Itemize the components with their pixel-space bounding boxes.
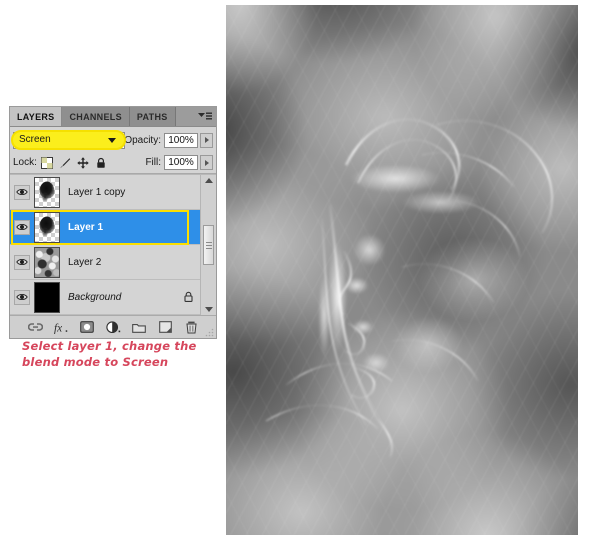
table-row-selected[interactable]: Layer 1 xyxy=(10,210,216,245)
layer-thumbnail[interactable] xyxy=(34,281,60,313)
opacity-group: Opacity: 100% xyxy=(124,132,213,148)
tab-channels-label: CHANNELS xyxy=(69,111,122,122)
lock-position-move-icon[interactable] xyxy=(77,156,89,169)
table-row[interactable]: Layer 1 copy xyxy=(10,175,216,210)
layer-visibility-toggle[interactable] xyxy=(12,215,32,239)
tab-channels[interactable]: CHANNELS xyxy=(62,107,130,126)
layer-name: Layer 2 xyxy=(68,256,102,268)
layer-thumbnail[interactable] xyxy=(34,176,60,208)
tab-layers[interactable]: LAYERS xyxy=(10,107,63,126)
lock-transparency-icon[interactable] xyxy=(40,156,53,169)
layer-style-fx-icon[interactable]: fx xyxy=(54,320,69,335)
layer-visibility-toggle[interactable] xyxy=(12,285,32,309)
panel-tab-strip: LAYERS CHANNELS PATHS xyxy=(10,107,216,127)
link-layers-icon[interactable] xyxy=(27,320,43,335)
instruction-caption: Select layer 1, change the blend mode to… xyxy=(22,338,222,370)
layer-visibility-toggle[interactable] xyxy=(12,250,32,274)
new-adjustment-layer-icon[interactable] xyxy=(105,320,121,335)
scroll-up-arrow-icon[interactable] xyxy=(204,178,213,183)
layer-list: Layer 1 copy Layer 1 Layer 2 Background xyxy=(10,174,216,315)
scroll-down-arrow-icon[interactable] xyxy=(204,307,213,312)
blend-mode-row: Screen Opacity: 100% xyxy=(10,127,216,152)
eye-icon xyxy=(14,184,30,200)
scrollbar-grip-line xyxy=(205,244,212,246)
blend-mode-select-wrapper: Screen xyxy=(11,129,126,150)
panel-menu-icon xyxy=(198,112,212,120)
smoke-strand-overlay xyxy=(265,118,553,458)
thumbnail-content-blob xyxy=(39,181,55,202)
thumbnail-content-blob xyxy=(39,216,55,237)
layer-thumbnail[interactable] xyxy=(34,211,60,243)
lock-image-brush-icon[interactable] xyxy=(59,157,71,169)
thumbnail-content-clouds xyxy=(35,247,59,277)
smoke-face-artwork xyxy=(226,5,578,535)
layer-name: Layer 1 xyxy=(68,221,104,233)
lock-row: Lock: Fill: 100% xyxy=(10,152,216,174)
scrollbar-thumb[interactable] xyxy=(203,225,214,265)
panel-menu-button[interactable] xyxy=(194,107,216,126)
new-group-folder-icon[interactable] xyxy=(132,320,147,335)
delete-layer-trash-icon[interactable] xyxy=(184,320,199,335)
eye-icon xyxy=(14,219,30,235)
scrollbar-grip-line xyxy=(205,247,212,249)
tab-layers-label: LAYERS xyxy=(17,111,55,122)
caption-line-2: blend mode to Screen xyxy=(22,355,169,369)
layers-panel-footer-toolbar: fx xyxy=(10,315,216,338)
table-row[interactable]: Background xyxy=(10,280,216,315)
eye-icon xyxy=(14,289,30,305)
opacity-label: Opacity: xyxy=(124,134,161,146)
tab-strip-spacer xyxy=(175,107,194,126)
background-lock-indicator xyxy=(183,291,194,303)
chevron-down-icon xyxy=(108,137,116,143)
opacity-input[interactable]: 100% xyxy=(164,132,198,148)
fill-input[interactable]: 100% xyxy=(164,155,198,170)
caption-line-1: Select layer 1, change the xyxy=(22,339,197,353)
add-layer-mask-icon[interactable] xyxy=(80,320,95,335)
stepper-arrow-icon xyxy=(204,137,209,143)
tab-paths-label: PATHS xyxy=(136,111,168,122)
lock-label: Lock: xyxy=(13,157,37,168)
scrollbar-grip-line xyxy=(205,241,212,243)
fill-label: Fill: xyxy=(145,157,161,168)
new-layer-icon[interactable] xyxy=(158,320,173,335)
table-row[interactable]: Layer 2 xyxy=(10,245,216,280)
opacity-stepper[interactable] xyxy=(200,132,213,148)
fill-group: Fill: 100% xyxy=(145,155,213,170)
blend-mode-highlight-annotation: Screen xyxy=(11,129,126,150)
layer-thumbnail[interactable] xyxy=(34,246,60,278)
layer-visibility-toggle[interactable] xyxy=(12,180,32,204)
layer-name: Layer 1 copy xyxy=(68,186,126,198)
panel-resize-grip[interactable] xyxy=(205,328,214,337)
layers-panel: LAYERS CHANNELS PATHS Screen Opacity: 10… xyxy=(9,106,217,339)
svg-text:fx: fx xyxy=(54,322,62,333)
padlock-icon xyxy=(184,291,193,302)
stepper-arrow-icon xyxy=(204,159,209,166)
tab-paths[interactable]: PATHS xyxy=(129,107,176,126)
blend-mode-value: Screen xyxy=(19,133,51,145)
layer-list-scrollbar[interactable] xyxy=(200,175,216,315)
lock-icon-group xyxy=(40,156,107,169)
layer-name: Background xyxy=(68,291,122,303)
eye-icon xyxy=(14,254,30,270)
fill-stepper[interactable] xyxy=(200,155,213,170)
lock-all-padlock-icon[interactable] xyxy=(95,157,107,169)
